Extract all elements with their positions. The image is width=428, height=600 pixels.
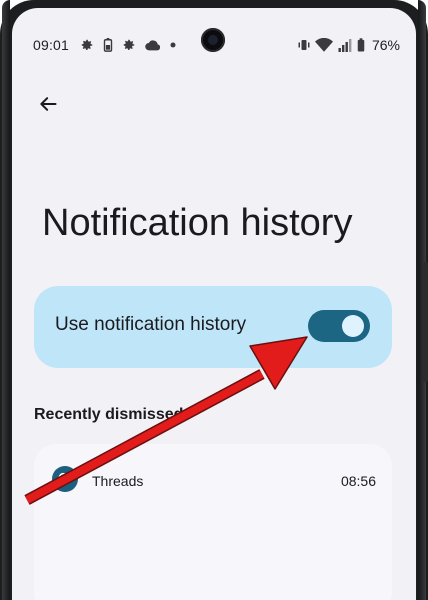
front-camera [201, 28, 225, 52]
arrow-left-icon [40, 97, 57, 111]
battery-percent: 76% [371, 37, 400, 53]
notification-time: 08:56 [340, 473, 376, 489]
threads-icon [52, 466, 78, 492]
vibrate-icon [298, 40, 310, 50]
screen: 09:01 76% Notification history Use notif… [12, 8, 416, 600]
notification-history-switch[interactable] [308, 310, 370, 342]
battery-saver-icon [103, 38, 113, 52]
toggle-label: Use notification history [55, 314, 247, 335]
section-heading: Recently dismissed [34, 406, 184, 423]
phone-edge [2, 0, 10, 600]
back-button[interactable] [34, 90, 62, 118]
use-notification-history-card[interactable]: Use notification history [34, 286, 392, 368]
page-title: Notification history [42, 202, 353, 244]
app-name: Threads [92, 473, 144, 489]
cloud-icon [145, 40, 161, 51]
dot-icon [170, 42, 176, 48]
status-icons-left [80, 38, 176, 52]
phone-side-button [423, 262, 428, 382]
battery-icon [357, 38, 365, 52]
notification-item[interactable]: Threads 08:56 [34, 444, 392, 600]
status-icons-right: 76% [298, 37, 400, 53]
wifi-icon [314, 38, 333, 52]
switch-thumb [342, 315, 364, 337]
status-time: 09:01 [33, 37, 70, 53]
signal-icon [338, 39, 352, 52]
gear-icon [123, 39, 135, 51]
gear-icon [81, 39, 93, 51]
